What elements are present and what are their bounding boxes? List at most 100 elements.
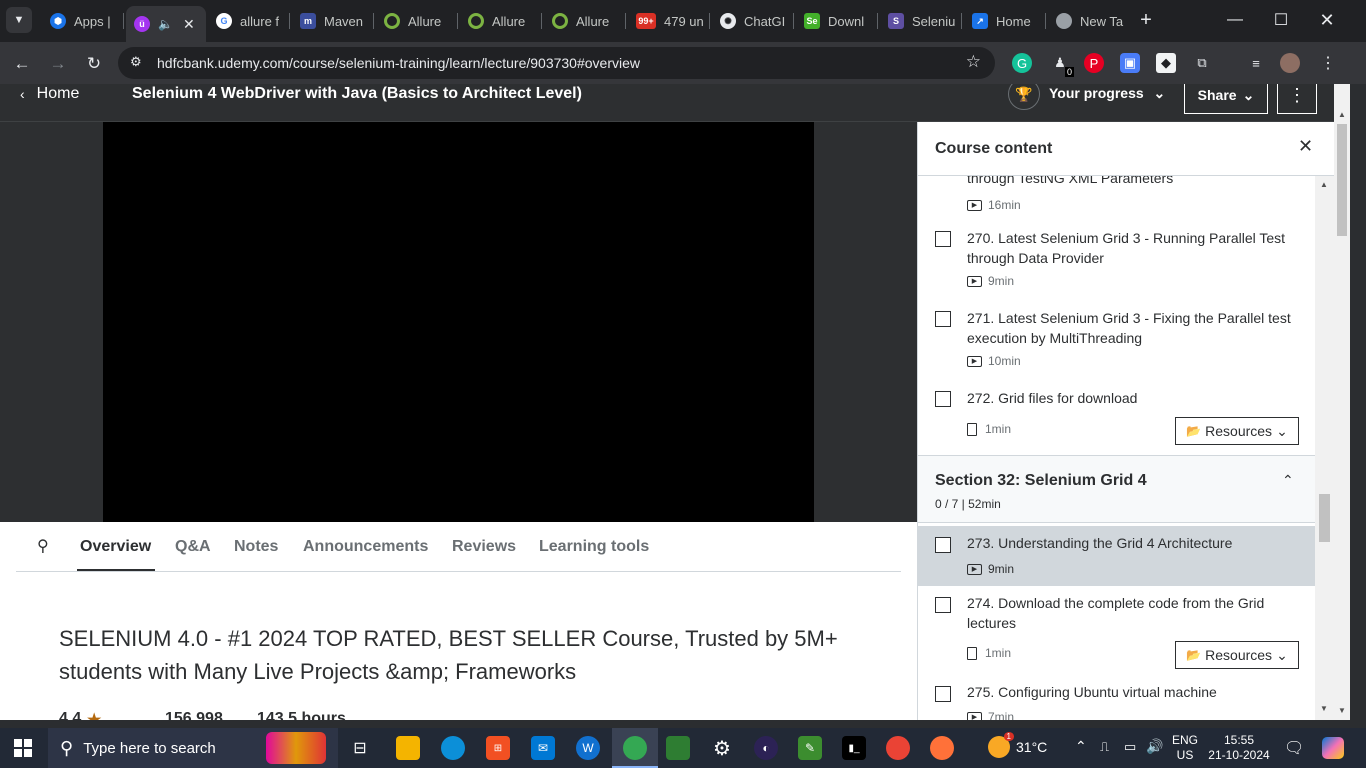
store-icon[interactable]: ⊞ [486,736,510,760]
course-title[interactable]: Selenium 4 WebDriver with Java (Basics t… [132,85,582,103]
tab-selenium[interactable]: S Seleniu [880,6,962,36]
screen-capture-icon[interactable]: ▣ [1120,53,1140,73]
page-scrollbar[interactable]: ▲ ▼ [1334,84,1350,720]
scroll-down-arrow[interactable]: ▼ [1338,706,1346,715]
tab-search-button[interactable]: ▼ [6,7,32,33]
webex-icon[interactable]: W [576,736,600,760]
windows-start-icon[interactable] [14,739,32,757]
edge-icon[interactable] [441,736,465,760]
tab-home[interactable]: ↗ Home [964,6,1046,36]
weather-widget[interactable]: 1 31°C [988,732,1047,758]
resources-button[interactable]: 📂 Resources ⌄ [1175,417,1299,445]
profile-avatar[interactable] [1280,53,1300,73]
tab-allure-1[interactable]: Allure [376,6,458,36]
more-options-button[interactable]: ⋮ [1277,84,1317,114]
tab-udemy-active[interactable]: ü 🔈 ✕ [126,6,206,42]
tab-apps[interactable]: ⬢ Apps | [42,6,124,36]
lecture-checkbox[interactable] [935,597,951,613]
tab-reviews[interactable]: Reviews [452,538,516,556]
scroll-up-arrow[interactable]: ▲ [1338,110,1346,119]
taskbar-search-box[interactable]: ⚲ Type here to search [48,728,338,768]
minimize-button[interactable]: — [1212,0,1258,40]
forward-button[interactable]: → [44,50,72,78]
page-tool-icon[interactable]: ◆ [1156,53,1176,73]
lecture-item[interactable]: 274. Download the complete code from the… [918,586,1315,674]
url-text[interactable]: hdfcbank.udemy.com/course/selenium-train… [157,55,640,71]
lecture-item[interactable]: 272. Grid files for download 1min 📂 Reso… [918,378,1315,454]
browser-menu-icon[interactable]: ⋮ [1318,53,1338,73]
progress-label: Your progress [1049,85,1144,101]
tab-learning-tools[interactable]: Learning tools [539,538,649,556]
eclipse-icon[interactable]: ◐ [754,736,778,760]
reload-button[interactable]: ↻ [80,50,108,78]
notification-icon[interactable]: 🗨 [1284,738,1304,758]
lecture-checkbox[interactable] [935,311,951,327]
language-indicator[interactable]: ENG US [1172,733,1198,763]
extension-badge-icon[interactable]: ♟ 0 [1050,53,1074,77]
scroll-up-arrow[interactable]: ▲ [1320,180,1328,189]
your-progress-dropdown[interactable]: Your progress ⌄ [1049,85,1165,102]
clock[interactable]: 15:55 21-10-2024 [1206,733,1272,763]
home-link[interactable]: ‹ Home [20,84,79,104]
chevron-up-icon[interactable]: ⌃ [1282,472,1294,489]
video-player[interactable] [103,122,814,522]
scrollbar-thumb[interactable] [1337,124,1347,236]
grammarly-icon[interactable]: G [1012,53,1032,73]
scroll-down-arrow[interactable]: ▼ [1320,704,1328,713]
tab-notes[interactable]: Notes [234,538,278,556]
tab-overview[interactable]: Overview [80,538,151,556]
resources-button[interactable]: 📂 Resources ⌄ [1175,641,1299,669]
mail-icon[interactable]: ✉ [531,736,555,760]
chrome-taskbar-active[interactable] [612,728,658,768]
tab-maven[interactable]: m Maven [292,6,374,36]
lecture-checkbox[interactable] [935,391,951,407]
task-view-icon[interactable]: ⊟ [348,736,372,760]
presentation-app-icon[interactable] [666,736,690,760]
tab-chatgpt[interactable]: ✺ ChatGI [712,6,794,36]
file-explorer-icon[interactable] [396,736,420,760]
sidebar-scrollbar[interactable]: ▲ ▼ [1315,176,1334,720]
chrome-icon[interactable] [886,736,910,760]
firefox-icon[interactable] [930,736,954,760]
volume-icon[interactable]: 🔊 [1146,738,1163,755]
address-bar[interactable]: ⚙ hdfcbank.udemy.com/course/selenium-tra… [118,47,995,79]
copilot-icon[interactable] [1322,737,1344,759]
tab-mail[interactable]: 99+ 479 un [628,6,710,36]
site-info-icon[interactable]: ⚙ [130,54,142,70]
lecture-item-current[interactable]: 273. Understanding the Grid 4 Architectu… [918,526,1315,586]
tab-allure-search[interactable]: G allure f [208,6,290,36]
tab-download[interactable]: Se Downl [796,6,878,36]
notepad-icon[interactable]: ✎ [798,736,822,760]
media-control-icon[interactable]: ≡ [1246,53,1266,73]
lecture-checkbox[interactable] [935,231,951,247]
terminal-icon[interactable]: ▮_ [842,736,866,760]
close-window-button[interactable]: ✕ [1304,0,1350,40]
close-sidebar-icon[interactable]: ✕ [1298,136,1313,157]
back-button[interactable]: ← [8,50,36,78]
section-header[interactable]: Section 32: Selenium Grid 4 0 / 7 | 52mi… [918,455,1315,523]
pinterest-icon[interactable]: P [1084,53,1104,73]
network-icon[interactable]: ⎍ [1100,739,1109,755]
lecture-checkbox[interactable] [935,537,951,553]
settings-gear-icon[interactable]: ⚙ [710,736,734,760]
tab-qa[interactable]: Q&A [175,538,211,556]
tab-allure-3[interactable]: Allure [544,6,626,36]
lecture-checkbox[interactable] [935,686,951,702]
new-tab-plus-icon[interactable]: + [1134,8,1158,32]
share-button[interactable]: Share ⌄ [1184,84,1268,114]
battery-icon[interactable]: ▭ [1124,739,1136,755]
extensions-puzzle-icon[interactable]: ⧉ [1192,53,1212,73]
tab-allure-2[interactable]: Allure [460,6,542,36]
bookmark-star-icon[interactable]: ☆ [966,52,981,72]
lecture-item[interactable]: 275. Configuring Ubuntu virtual machine … [918,674,1315,720]
maximize-button[interactable]: ☐ [1258,0,1304,40]
close-tab-icon[interactable]: ✕ [183,16,195,33]
lecture-item[interactable]: 271. Latest Selenium Grid 3 - Fixing the… [918,298,1315,378]
tray-chevron-up-icon[interactable]: ⌃ [1075,738,1087,755]
tab-announcements[interactable]: Announcements [303,538,428,556]
tab-new-tab[interactable]: New Ta [1048,6,1130,36]
scrollbar-thumb[interactable] [1319,494,1330,542]
speaker-icon[interactable]: 🔈 [158,17,173,31]
lecture-item[interactable]: 270. Latest Selenium Grid 3 - Running Pa… [918,218,1315,298]
search-icon[interactable]: ⚲ [37,536,49,556]
